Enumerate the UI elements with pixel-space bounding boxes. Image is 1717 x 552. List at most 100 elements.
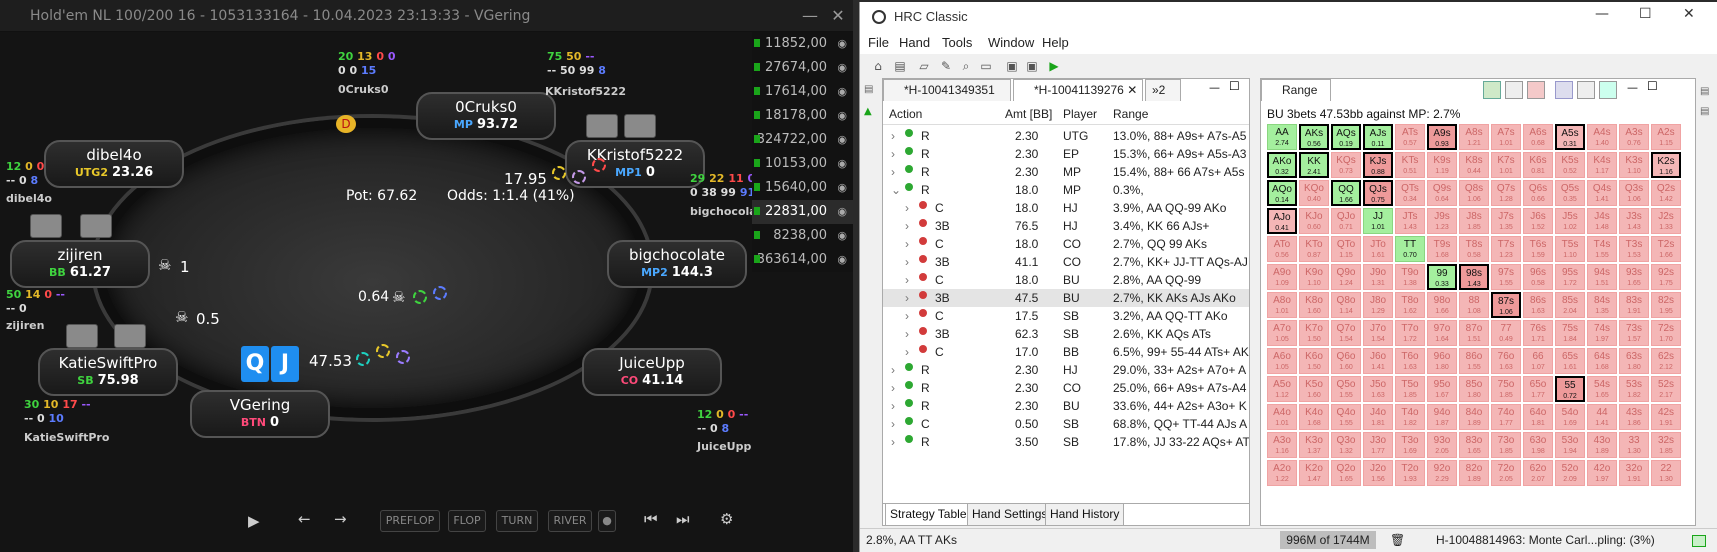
- range-cell[interactable]: 95o 1.67: [1427, 376, 1457, 402]
- tab-hand-2-active[interactable]: *H-10041139276 ✕: [1013, 79, 1143, 101]
- tree-row[interactable]: › C 17.5 SB 3.2%, AA QQ-TT AKo: [883, 307, 1249, 325]
- range-cell[interactable]: K6o 1.50: [1299, 348, 1329, 374]
- range-cell[interactable]: 72s 1.70: [1651, 320, 1681, 346]
- save-all-icon[interactable]: ▣: [1024, 58, 1040, 74]
- range-cell[interactable]: K9o 1.10: [1299, 264, 1329, 290]
- skip-back-icon[interactable]: ⏮: [644, 510, 658, 528]
- menu-tools[interactable]: Tools: [942, 35, 972, 50]
- range-cell[interactable]: 85s 2.04: [1555, 292, 1585, 318]
- range-cell[interactable]: Q5s 0.35: [1555, 180, 1585, 206]
- range-cell[interactable]: Q3o 1.32: [1331, 432, 1361, 458]
- range-cell[interactable]: AA 2.74: [1267, 124, 1297, 150]
- seat-katieswiftpro[interactable]: KatieSwiftPro SB 75.98: [38, 348, 178, 396]
- seat-bigchocolate[interactable]: bigchocolate MP2 144.3: [607, 240, 747, 288]
- range-cell[interactable]: 93o 2.05: [1427, 432, 1457, 458]
- tree-row[interactable]: › R 3.50 SB 17.8%, JJ 33-22 AQs+ AT: [883, 433, 1249, 451]
- range-cell[interactable]: Q4o 1.55: [1331, 404, 1361, 430]
- range-cell[interactable]: J5o 1.63: [1363, 376, 1393, 402]
- range-cell[interactable]: A8s 1.21: [1459, 124, 1489, 150]
- range-cell[interactable]: 73s 1.57: [1619, 320, 1649, 346]
- range-cell[interactable]: Q7s 1.28: [1491, 180, 1521, 206]
- tab-hand-1[interactable]: *H-10041349351: [883, 79, 1011, 101]
- range-cell[interactable]: 76o 1.63: [1491, 348, 1521, 374]
- tree-row[interactable]: › R 2.30 CO 25.0%, 66+ A9s+ A7s-A4: [883, 379, 1249, 397]
- range-cell[interactable]: Q6s 0.66: [1523, 180, 1553, 206]
- col-action[interactable]: Action: [889, 107, 922, 121]
- range-cell[interactable]: ATs 0.57: [1395, 124, 1425, 150]
- dock-icon[interactable]: ▤: [864, 84, 873, 95]
- expand-chevron-icon[interactable]: ›: [891, 363, 895, 377]
- range-cell[interactable]: 82o 1.89: [1459, 460, 1489, 486]
- range-cell[interactable]: AKs 0.56: [1299, 124, 1329, 150]
- tree-row[interactable]: › R 2.30 EP 15.3%, 66+ A9s+ A5s-A3: [883, 145, 1249, 163]
- range-cell[interactable]: K2s 1.16: [1651, 152, 1681, 178]
- range-cell[interactable]: ATo 0.56: [1267, 236, 1297, 262]
- range-cell[interactable]: T5o 1.85: [1395, 376, 1425, 402]
- minimize-pane-icon[interactable]: —: [1627, 81, 1638, 94]
- range-cell[interactable]: A5o 1.12: [1267, 376, 1297, 402]
- range-cell[interactable]: A2s 1.15: [1651, 124, 1681, 150]
- memory-usage[interactable]: 996M of 1744M: [1280, 531, 1376, 549]
- range-cell[interactable]: 75o 1.85: [1491, 376, 1521, 402]
- table-item[interactable]: 17614,00 ◉: [752, 80, 853, 104]
- edit-icon[interactable]: ✎: [938, 58, 954, 74]
- minimize-icon[interactable]: —: [796, 0, 824, 32]
- range-cell[interactable]: Q4s 1.41: [1587, 180, 1617, 206]
- expand-chevron-icon[interactable]: ›: [905, 291, 909, 305]
- dock-icon[interactable]: ▤: [1700, 106, 1709, 117]
- range-cell[interactable]: 62o 2.07: [1523, 460, 1553, 486]
- range-cell[interactable]: 73o 1.85: [1491, 432, 1521, 458]
- expand-chevron-icon[interactable]: ⌄: [891, 183, 901, 197]
- range-cell[interactable]: K5s 0.52: [1555, 152, 1585, 178]
- tab-strategy-table[interactable]: Strategy Table: [885, 504, 972, 526]
- eye-icon[interactable]: ●: [598, 510, 616, 532]
- table-item-selected[interactable]: 22831,00 ◉: [752, 200, 853, 224]
- range-cell[interactable]: 97s 1.55: [1491, 264, 1521, 290]
- seat-0cruks0[interactable]: 0Cruks0 MP 93.72: [416, 92, 556, 140]
- range-cell[interactable]: 83o 1.65: [1459, 432, 1489, 458]
- table-item[interactable]: 363614,00 ◉: [752, 248, 853, 272]
- tree-row[interactable]: ⌄ R 18.0 MP 0.3%,: [883, 181, 1249, 199]
- range-cell[interactable]: J5s 1.02: [1555, 208, 1585, 234]
- range-cell[interactable]: QQ 1.66: [1331, 180, 1361, 206]
- tree-icon[interactable]: ▲: [864, 106, 872, 117]
- range-cell[interactable]: 53s 1.82: [1619, 376, 1649, 402]
- range-cell[interactable]: 94s 1.51: [1587, 264, 1617, 290]
- tree-row[interactable]: › 3B 76.5 HJ 3.4%, KK 66 AJs+: [883, 217, 1249, 235]
- range-cell[interactable]: T9s 1.68: [1427, 236, 1457, 262]
- seat-juiceupp[interactable]: JuiceUpp CO 41.14: [582, 348, 722, 396]
- range-cell[interactable]: Q5o 1.55: [1331, 376, 1361, 402]
- expand-chevron-icon[interactable]: ›: [891, 165, 895, 179]
- range-cell[interactable]: A6s 0.68: [1523, 124, 1553, 150]
- range-cell[interactable]: 92o 2.29: [1427, 460, 1457, 486]
- expand-chevron-icon[interactable]: ›: [905, 309, 909, 323]
- menu-help[interactable]: Help: [1042, 35, 1069, 50]
- range-cell[interactable]: KQo 0.40: [1299, 180, 1329, 206]
- table-item[interactable]: 27674,00 ◉: [752, 56, 853, 80]
- expand-chevron-icon[interactable]: ›: [891, 129, 895, 143]
- expand-chevron-icon[interactable]: ›: [891, 147, 895, 161]
- range-cell[interactable]: A9s 0.93: [1427, 124, 1457, 150]
- range-cell[interactable]: 42s 1.91: [1651, 404, 1681, 430]
- expand-chevron-icon[interactable]: ›: [891, 381, 895, 395]
- table-item[interactable]: 8238,00 ◉: [752, 224, 853, 248]
- range-cell[interactable]: 76s 1.71: [1523, 320, 1553, 346]
- range-cell[interactable]: AJs 0.11: [1363, 124, 1393, 150]
- save-icon[interactable]: ▣: [1004, 58, 1020, 74]
- range-cell[interactable]: J4s 1.48: [1587, 208, 1617, 234]
- view-icon[interactable]: [1483, 81, 1501, 99]
- range-cell[interactable]: 96s 0.58: [1523, 264, 1553, 290]
- range-cell[interactable]: K8o 1.60: [1299, 292, 1329, 318]
- range-cell[interactable]: 88 1.08: [1459, 292, 1489, 318]
- tree-row[interactable]: › C 18.0 CO 2.7%, QQ 99 AKs: [883, 235, 1249, 253]
- range-cell[interactable]: J4o 1.81: [1363, 404, 1393, 430]
- range-cell[interactable]: 84o 1.89: [1459, 404, 1489, 430]
- range-cell[interactable]: J8s 1.85: [1459, 208, 1489, 234]
- range-cell[interactable]: Q9o 1.24: [1331, 264, 1361, 290]
- range-cell[interactable]: T2o 1.93: [1395, 460, 1425, 486]
- hud-katieswiftpro[interactable]: 30 10 17 -- -- 0 10: [24, 398, 91, 426]
- range-cell[interactable]: 87s 1.06: [1491, 292, 1521, 318]
- range-cell[interactable]: AQs 0.19: [1331, 124, 1361, 150]
- range-cell[interactable]: 84s 1.35: [1587, 292, 1617, 318]
- dock-icon[interactable]: ▤: [1700, 86, 1709, 97]
